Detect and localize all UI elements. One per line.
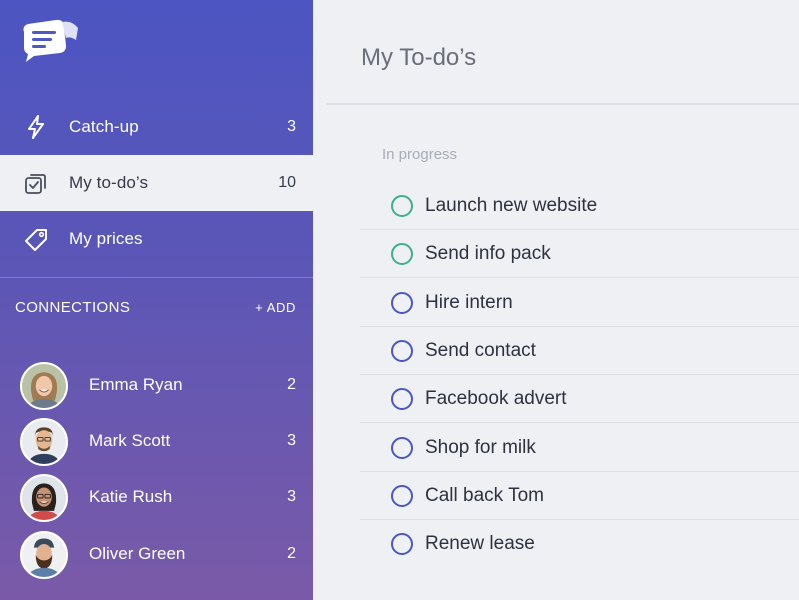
circle-checkbox-icon[interactable] [391,388,413,410]
connections-header: CONNECTIONS [15,299,131,316]
connection-oliver-green[interactable]: Oliver Green 2 [0,527,313,583]
main-panel: My To-do’s In progress Launch new websit… [313,0,799,600]
todo-label: Hire intern [425,292,513,313]
todo-label: Send contact [425,340,536,361]
todo-label: Renew lease [425,533,535,554]
avatar [20,418,68,466]
todo-item[interactable]: Send info pack [360,230,799,278]
nav-count: 3 [287,118,296,135]
price-tag-icon [25,229,47,251]
todo-item[interactable]: Send contact [360,327,799,375]
circle-checkbox-icon[interactable] [391,340,413,362]
todo-label: Facebook advert [425,388,567,409]
circle-checkbox-icon[interactable] [391,195,413,217]
todo-item[interactable]: Hire intern [360,279,799,327]
todo-item[interactable]: Facebook advert [360,375,799,423]
nav-item-my-prices[interactable]: My prices [0,211,313,267]
connection-emma-ryan[interactable]: Emma Ryan 2 [0,358,313,414]
title-divider [327,103,799,105]
todo-item[interactable]: Shop for milk [360,424,799,472]
avatar [20,474,68,522]
circle-checkbox-icon[interactable] [391,437,413,459]
connection-count: 3 [287,432,296,449]
nav-item-catch-up[interactable]: Catch-up 3 [0,99,313,155]
todo-label: Call back Tom [425,485,544,506]
connection-name: Katie Rush [89,487,173,506]
nav-item-my-todos[interactable]: My to-do’s 10 [0,155,313,211]
circle-checkbox-icon[interactable] [391,485,413,507]
avatar [20,362,68,410]
connection-count: 2 [287,376,296,393]
connection-name: Emma Ryan [89,375,183,394]
todo-label: Send info pack [425,243,551,264]
connection-count: 3 [287,488,296,505]
nav-count: 10 [278,174,296,191]
circle-checkbox-icon[interactable] [391,533,413,555]
nav-label: Catch-up [69,117,139,136]
app-logo-icon[interactable] [20,18,82,62]
todo-item[interactable]: Launch new website [360,182,799,230]
avatar [20,531,68,579]
nav-label: My prices [69,229,143,248]
circle-checkbox-icon[interactable] [391,243,413,265]
add-connection-button[interactable]: + ADD [255,300,296,315]
todo-label: Shop for milk [425,437,536,458]
connection-name: Oliver Green [89,544,186,563]
sidebar-divider [0,277,313,278]
connection-count: 2 [287,545,296,562]
circle-checkbox-icon[interactable] [391,292,413,314]
connection-name: Mark Scott [89,431,171,450]
lightning-icon [28,115,44,139]
page-title: My To-do’s [361,44,477,71]
connection-katie-rush[interactable]: Katie Rush 3 [0,470,313,526]
sidebar: Catch-up 3 My to-do’s 10 My prices CONNE… [0,0,313,600]
todo-item[interactable]: Call back Tom [360,472,799,520]
todo-item[interactable]: Renew lease [360,520,799,568]
nav-label: My to-do’s [69,173,149,192]
section-label-in-progress: In progress [382,146,458,163]
connection-mark-scott[interactable]: Mark Scott 3 [0,414,313,470]
todo-check-icon [25,174,46,194]
todo-label: Launch new website [425,195,598,216]
